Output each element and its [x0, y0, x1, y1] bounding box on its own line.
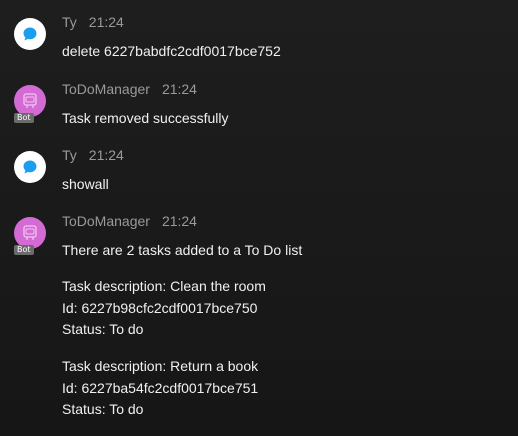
bot-badge: Bot: [14, 113, 34, 123]
message-text: showall: [62, 176, 109, 192]
message-time: 21:24: [88, 14, 124, 30]
message-text: delete 6227babdfc2cdf0017bce752: [62, 43, 281, 59]
task-status: Status: To do: [62, 321, 144, 337]
message-header: ToDoManager 21:24: [62, 213, 197, 229]
chat-bubble-icon: [23, 27, 37, 41]
message-header: ToDoManager 21:24: [62, 81, 197, 97]
sender-name: Ty: [62, 147, 77, 163]
sender-name: Ty: [62, 14, 77, 30]
task-id: Id: 6227ba54fc2cdf0017bce751: [62, 380, 259, 396]
message-text-summary: There are 2 tasks added to a To Do list: [62, 242, 303, 258]
task-description: Task description: Return a book: [62, 358, 259, 374]
user-avatar[interactable]: [14, 18, 46, 50]
bot-badge: Bot: [14, 245, 34, 255]
message-header: Ty 21:24: [62, 14, 124, 30]
message-header: Ty 21:24: [62, 147, 124, 163]
sender-name: ToDoManager: [62, 81, 150, 97]
message-text: Task removed successfully: [62, 110, 229, 126]
message-time: 21:24: [88, 147, 124, 163]
task-description: Task description: Clean the room: [62, 278, 266, 294]
message-time: 21:24: [161, 213, 197, 229]
task-id: Id: 6227b98cfc2cdf0017bce750: [62, 300, 258, 316]
chat-bubble-icon: [23, 160, 37, 174]
chat-transcript: Ty 21:24 delete 6227babdfc2cdf0017bce752 …: [0, 0, 518, 436]
task-status: Status: To do: [62, 401, 144, 417]
bot-avatar[interactable]: Bot: [14, 85, 46, 123]
user-avatar[interactable]: [14, 151, 46, 183]
sender-name: ToDoManager: [62, 213, 150, 229]
message-time: 21:24: [161, 81, 197, 97]
bot-avatar[interactable]: Bot: [14, 217, 46, 255]
